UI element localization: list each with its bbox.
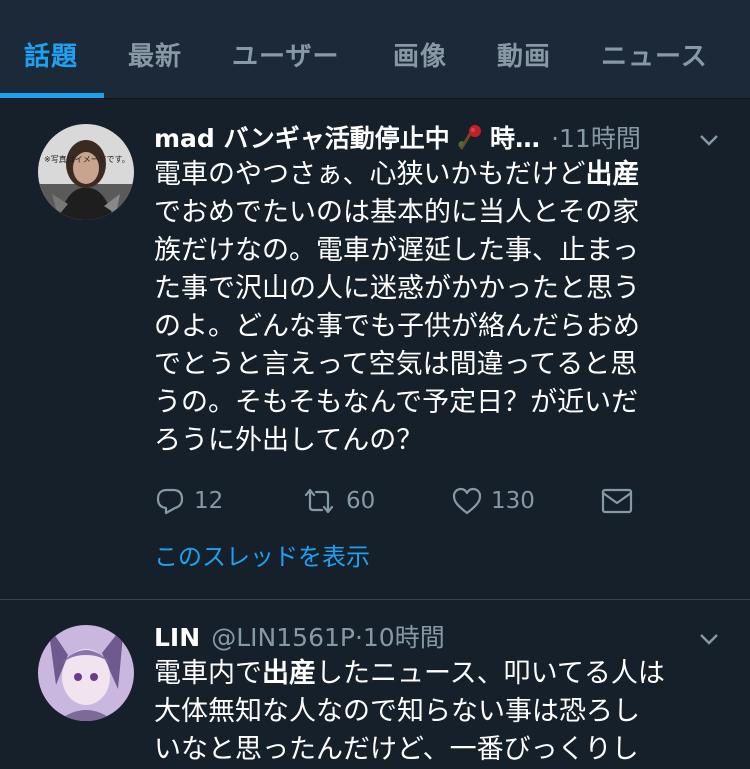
search-tab-bar: 話題 最新 ユーザー 画像 動画 ニュース bbox=[0, 0, 750, 99]
chevron-down-icon[interactable] bbox=[698, 129, 720, 151]
highlighted-keyword: 出産 bbox=[585, 159, 640, 190]
like-button[interactable]: 130 bbox=[451, 476, 535, 526]
tweet-actions: 12 60 130 bbox=[154, 476, 714, 526]
tab-images[interactable]: 画像 bbox=[393, 36, 447, 72]
display-name[interactable]: mad バンギャ活動停止中 bbox=[154, 124, 450, 153]
text-line: 族だけなの。電車が遅延した事、止まっ bbox=[154, 235, 639, 266]
text-line: 電車内で bbox=[154, 658, 262, 689]
text-line: 電車のやつさぁ、心狭いかもだけど bbox=[154, 159, 586, 190]
retweet-count: 60 bbox=[346, 488, 376, 514]
active-tab-indicator bbox=[0, 93, 104, 98]
reply-icon bbox=[156, 488, 184, 515]
text-line: でとうと言えって空気は間違ってると思 bbox=[154, 349, 638, 380]
avatar-caption: ※写真はイメージです。 bbox=[44, 155, 130, 164]
text-line: いなと思ったんだけど、一番びっくりし bbox=[154, 734, 639, 765]
guitar-rose-emoji-icon bbox=[455, 123, 485, 150]
text-line: のよ。どんな事でも子供が絡んだらおめ bbox=[154, 311, 640, 342]
tweet-timestamp[interactable]: ·10時間 bbox=[355, 623, 445, 652]
tweet-text: 電車のやつさぁ、心狭いかもだけど出産 でおめでたいのは基本的に当人とその家 族だ… bbox=[154, 156, 724, 460]
text-line: 大体無知な人なので知らない事は恐ろし bbox=[154, 696, 640, 727]
text-line: た事で沢山の人に迷惑がかかったと思う bbox=[154, 273, 640, 304]
tweet-2[interactable]: LIN @LIN1561P·10時間 電車内で出産したニュース、叩いてる人は 大… bbox=[0, 600, 750, 765]
show-thread-link[interactable]: このスレッドを表示 bbox=[154, 537, 370, 572]
heart-icon bbox=[452, 487, 482, 515]
tab-trending[interactable]: 話題 bbox=[24, 36, 78, 72]
like-count: 130 bbox=[491, 488, 535, 514]
tab-users[interactable]: ユーザー bbox=[232, 36, 339, 72]
text-line: でおめでたいのは基本的に当人とその家 bbox=[154, 197, 640, 228]
display-name[interactable]: LIN bbox=[154, 623, 200, 652]
display-name-suffix: 時… bbox=[489, 124, 540, 153]
tab-latest[interactable]: 最新 bbox=[128, 36, 182, 72]
tweet-1[interactable]: ※写真はイメージです。 mad バンギャ活動停止中 時… ·11時間 電車のやつ… bbox=[0, 99, 750, 600]
retweet-icon bbox=[304, 488, 334, 514]
text-line: うの。そもそもなんで予定日？が近いだ bbox=[154, 387, 639, 418]
tab-videos[interactable]: 動画 bbox=[497, 36, 551, 72]
highlighted-keyword: 出産 bbox=[262, 658, 316, 689]
direct-message-button[interactable] bbox=[600, 476, 634, 526]
avatar[interactable]: ※写真はイメージです。 bbox=[38, 124, 134, 220]
tweet-text: 電車内で出産したニュース、叩いてる人は 大体無知な人なので知らない事は恐ろし い… bbox=[154, 655, 724, 769]
text-line: ろうに外出してんの？ bbox=[154, 425, 424, 456]
retweet-button[interactable]: 60 bbox=[300, 476, 375, 526]
tab-news[interactable]: ニュース bbox=[601, 36, 708, 72]
tweet-header: LIN @LIN1561P·10時間 bbox=[154, 618, 720, 652]
tweet-timestamp[interactable]: ·11時間 bbox=[551, 124, 641, 153]
avatar[interactable] bbox=[38, 625, 134, 721]
text-line: したニュース、叩いてる人は bbox=[316, 658, 665, 689]
reply-button[interactable]: 12 bbox=[154, 476, 223, 526]
reply-count: 12 bbox=[194, 488, 224, 514]
chevron-down-icon[interactable] bbox=[698, 628, 720, 650]
user-handle[interactable]: @LIN1561P bbox=[211, 623, 355, 652]
tweet-header: mad バンギャ活動停止中 時… ·11時間 bbox=[154, 119, 720, 153]
envelope-icon bbox=[601, 488, 633, 514]
